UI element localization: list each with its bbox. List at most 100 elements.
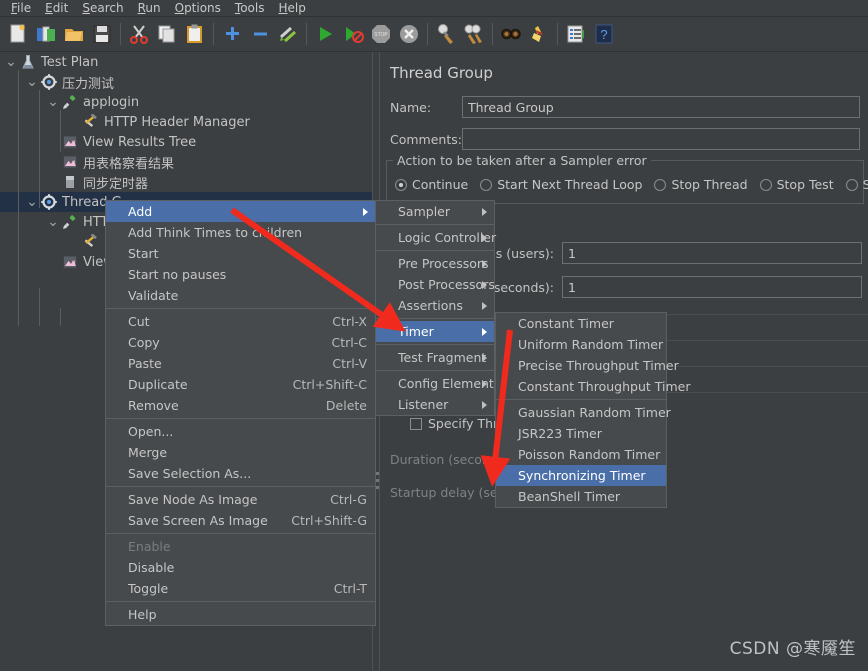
name-input[interactable]: Thread Group [462, 96, 860, 118]
specify-lifetime-row[interactable]: Specify Thre [410, 416, 506, 431]
start-icon[interactable] [311, 20, 339, 48]
timer-submenu-item-constant-timer[interactable]: Constant Timer [496, 313, 666, 334]
sampler-error-option[interactable]: Continue [395, 177, 468, 192]
context-menu-item-paste[interactable]: Paste Ctrl-V [106, 353, 375, 374]
timer-submenu-item-beanshell-timer[interactable]: BeanShell Timer [496, 486, 666, 507]
start-no-pauses-icon[interactable] [339, 20, 367, 48]
context-menu-item-save-selection-as[interactable]: Save Selection As... [106, 463, 375, 484]
add-submenu[interactable]: Sampler Logic Controller Pre Processors Pos… [375, 200, 496, 416]
clear-all-icon[interactable] [460, 20, 488, 48]
timer-submenu-item-constant-throughput-timer[interactable]: Constant Throughput Timer [496, 376, 690, 397]
stop-icon[interactable]: STOP [367, 20, 395, 48]
tree-context-menu[interactable]: Add Add Think Times to children Start Start… [105, 200, 376, 626]
radio-icon[interactable] [480, 178, 493, 191]
open-icon[interactable] [60, 20, 88, 48]
timer-submenu-item-precise-throughput-timer[interactable]: Precise Throughput Timer [496, 355, 679, 376]
menubar-item-run[interactable]: Run [131, 0, 168, 17]
save-icon[interactable] [88, 20, 116, 48]
menu-item-shortcut: Ctrl+Shift-C [292, 377, 367, 392]
context-menu-item-cut[interactable]: Cut Ctrl-X [106, 311, 375, 332]
context-menu-item-add[interactable]: Add [106, 201, 375, 222]
timer-submenu-item-poisson-random-timer[interactable]: Poisson Random Timer [496, 444, 666, 465]
submenu-arrow-icon [482, 280, 487, 289]
add-submenu-item-post-processors[interactable]: Post Processors [376, 274, 495, 295]
context-menu-item-toggle[interactable]: Toggle Ctrl-T [106, 578, 375, 599]
timer-submenu-item-synchronizing-timer[interactable]: Synchronizing Timer [496, 465, 666, 486]
radio-icon[interactable] [759, 178, 772, 191]
radio-icon[interactable] [395, 178, 407, 191]
tree-node[interactable]: ⌄ applogin [0, 92, 372, 112]
rampup-input[interactable]: 1 [562, 276, 862, 298]
menubar-item-file[interactable]: File [4, 0, 38, 17]
radio-icon[interactable] [654, 178, 667, 191]
timer-submenu[interactable]: Constant Timer Uniform Random Timer Precis… [495, 312, 690, 508]
chevron-down-icon[interactable]: ⌄ [25, 72, 39, 92]
expand-all-icon[interactable] [218, 20, 246, 48]
timer-submenu-item-gaussian-random-timer[interactable]: Gaussian Random Timer [496, 402, 671, 423]
tree-node[interactable]: HTTP Header Manager [0, 112, 372, 132]
shutdown-icon[interactable] [395, 20, 423, 48]
context-menu-item-save-screen-as-image[interactable]: Save Screen As Image Ctrl+Shift-G [106, 510, 375, 531]
function-helper-icon[interactable] [562, 20, 590, 48]
context-menu-item-start-no-pauses[interactable]: Start no pauses [106, 264, 375, 285]
add-submenu-item-pre-processors[interactable]: Pre Processors [376, 253, 494, 274]
context-menu-item-open[interactable]: Open... [106, 421, 375, 442]
tree-node[interactable]: ⌄ Test Plan [0, 52, 372, 72]
add-submenu-item-assertions[interactable]: Assertions [376, 295, 494, 316]
sampler-error-option[interactable]: Stop Test [759, 177, 834, 192]
paste-icon[interactable] [181, 20, 209, 48]
context-menu-item-validate[interactable]: Validate [106, 285, 375, 306]
chevron-down-icon[interactable]: ⌄ [4, 52, 18, 72]
tree-node[interactable]: 用表格察看结果 [0, 152, 372, 172]
context-menu-item-save-node-as-image[interactable]: Save Node As Image Ctrl-G [106, 489, 375, 510]
chevron-down-icon[interactable]: ⌄ [46, 92, 60, 112]
context-menu-item-copy[interactable]: Copy Ctrl-C [106, 332, 375, 353]
copy-icon[interactable] [153, 20, 181, 48]
context-menu-item-help[interactable]: Help [106, 604, 375, 625]
add-submenu-item-config-element[interactable]: Config Element [376, 373, 494, 394]
context-menu-item-disable[interactable]: Disable [106, 557, 375, 578]
search-reset-icon[interactable] [525, 20, 553, 48]
collapse-all-icon[interactable] [246, 20, 274, 48]
timer-submenu-item-jsr223-timer[interactable]: JSR223 Timer [496, 423, 666, 444]
tree-node[interactable]: View Results Tree [0, 132, 372, 152]
add-submenu-item-sampler[interactable]: Sampler [376, 201, 494, 222]
context-menu-item-add-think-times-to-children[interactable]: Add Think Times to children [106, 222, 375, 243]
new-icon[interactable] [4, 20, 32, 48]
specify-lifetime-checkbox[interactable] [410, 417, 422, 430]
comments-input[interactable] [462, 128, 860, 150]
clear-icon[interactable] [432, 20, 460, 48]
sampler-error-option[interactable]: Stop Thread [654, 177, 748, 192]
sampler-error-option[interactable]: Stop T [845, 177, 868, 192]
context-menu-item-merge[interactable]: Merge [106, 442, 375, 463]
add-submenu-item-logic-controller[interactable]: Logic Controller [376, 227, 496, 248]
menubar-item-options[interactable]: Options [168, 0, 228, 17]
context-menu-item-start[interactable]: Start [106, 243, 375, 264]
sampler-error-groupbox: Action to be taken after a Sampler error… [386, 153, 868, 204]
divider-grip[interactable] [376, 472, 379, 493]
menubar-item-tools[interactable]: Tools [228, 0, 272, 17]
toolbar-separator [120, 23, 121, 45]
tree-node[interactable]: ⌄ 压力测试 [0, 72, 372, 92]
toggle-icon[interactable] [274, 20, 302, 48]
templates-icon[interactable] [32, 20, 60, 48]
menubar-item-search[interactable]: Search [75, 0, 130, 17]
menubar-item-help[interactable]: Help [272, 0, 313, 17]
timer-submenu-item-uniform-random-timer[interactable]: Uniform Random Timer [496, 334, 666, 355]
context-menu-item-remove[interactable]: Remove Delete [106, 395, 375, 416]
add-submenu-item-listener[interactable]: Listener [376, 394, 494, 415]
add-submenu-item-test-fragment[interactable]: Test Fragment [376, 347, 494, 368]
menubar-item-edit[interactable]: Edit [38, 0, 75, 17]
chevron-down-icon[interactable]: ⌄ [46, 212, 60, 232]
add-submenu-item-timer[interactable]: Timer [376, 321, 494, 342]
tree-node[interactable]: 同步定时器 [0, 172, 372, 192]
chevron-down-icon[interactable]: ⌄ [25, 192, 39, 212]
context-menu-item-duplicate[interactable]: Duplicate Ctrl+Shift-C [106, 374, 375, 395]
threads-input[interactable]: 1 [562, 242, 862, 264]
help-icon[interactable]: ? [590, 20, 618, 48]
cut-icon[interactable] [125, 20, 153, 48]
search-icon[interactable] [497, 20, 525, 48]
sampler-error-option[interactable]: Start Next Thread Loop [480, 177, 642, 192]
radio-icon[interactable] [845, 178, 858, 191]
